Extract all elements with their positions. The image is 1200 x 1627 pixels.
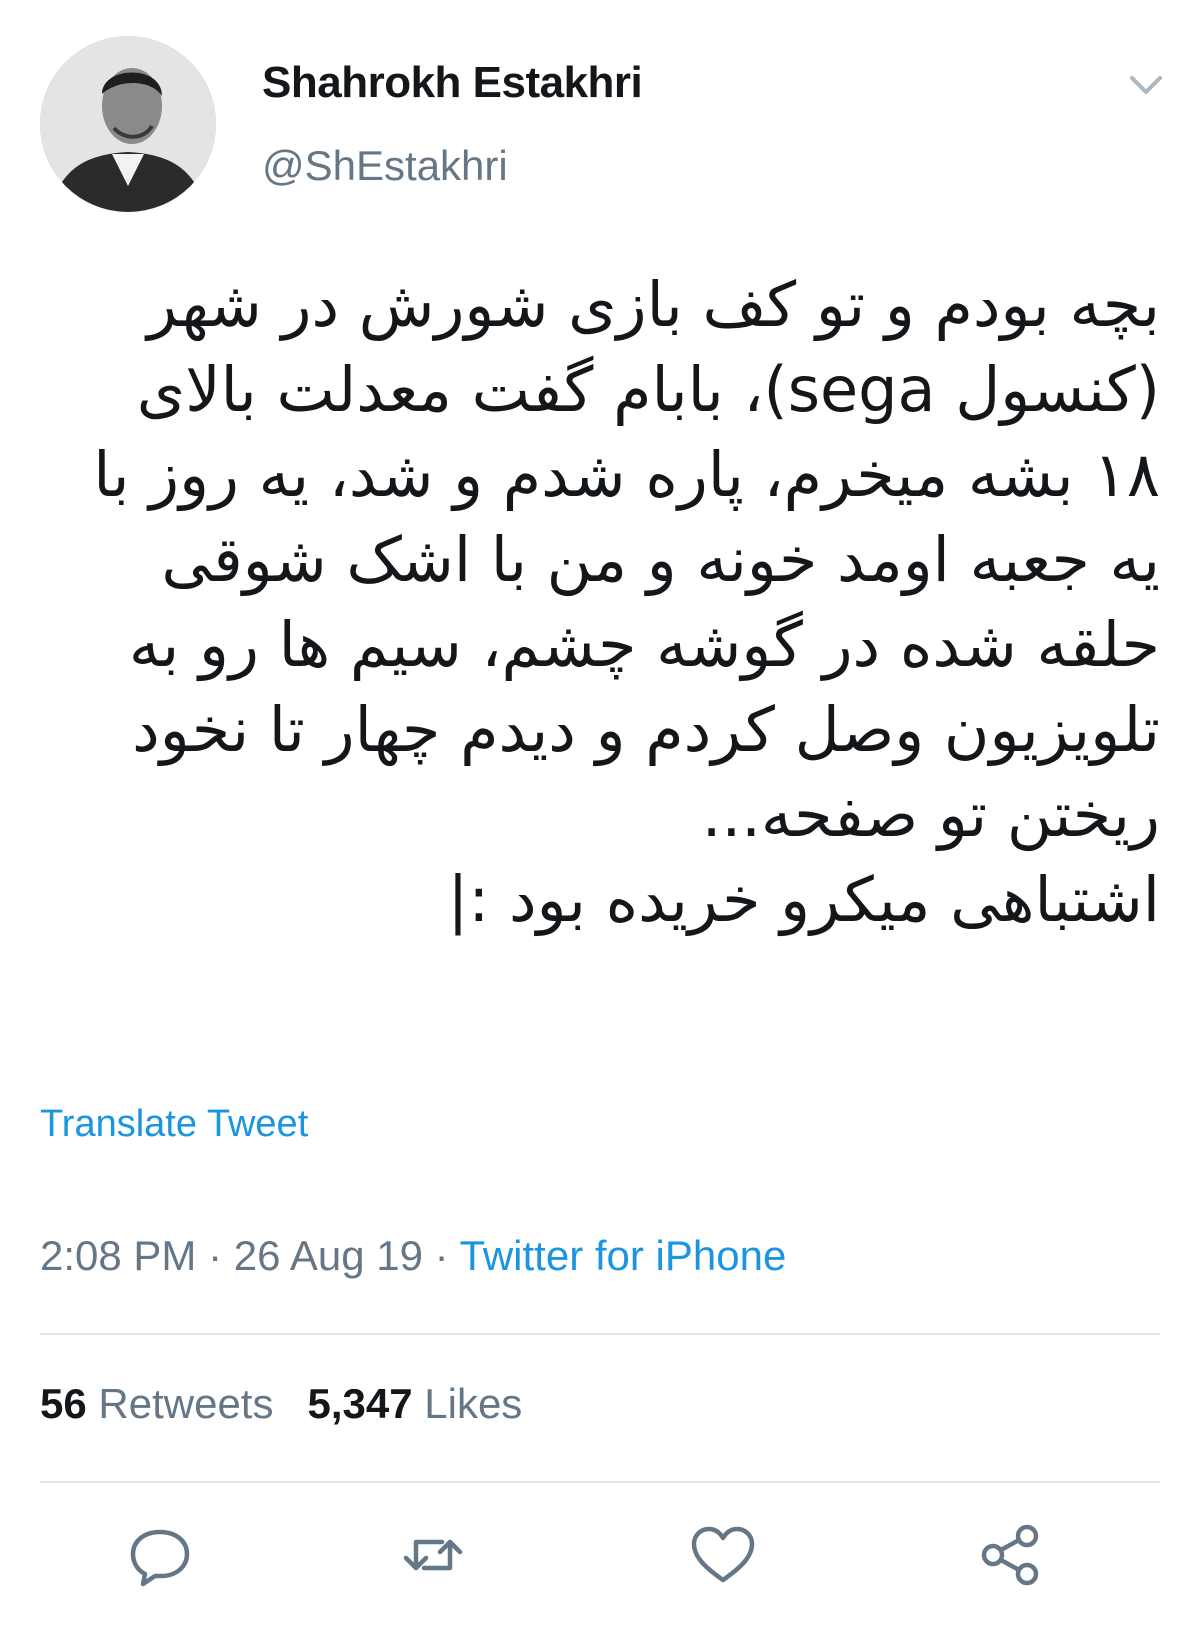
tweet-line: ۱۸ بشه میخرم، پاره شدم و شد، یه روز با bbox=[93, 438, 1160, 511]
user-handle[interactable]: @ShEstakhri bbox=[262, 142, 508, 190]
tweet-line: اشتباهی میکرو خریده بود :| bbox=[447, 863, 1161, 936]
divider bbox=[40, 1481, 1160, 1483]
share-icon[interactable] bbox=[975, 1520, 1045, 1590]
tweet-text: بچه بودم و تو کف بازی شورش در شهر (کنسول… bbox=[70, 262, 1160, 942]
tweet-line: یه جعبه اومد خونه و من با اشک شوقی bbox=[161, 523, 1160, 596]
tweet-date: 26 Aug 19 bbox=[233, 1232, 423, 1279]
likes-count: 5,347 bbox=[307, 1380, 413, 1427]
tweet-line: تلویزیون وصل کردم و دیدم چهار تا نخود bbox=[132, 693, 1160, 766]
display-name[interactable]: Shahrokh Estakhri bbox=[262, 58, 643, 108]
meta-separator: · bbox=[422, 1232, 460, 1279]
likes-stat[interactable]: 5,347 Likes bbox=[307, 1380, 522, 1427]
retweets-stat[interactable]: 56 Retweets bbox=[40, 1380, 273, 1427]
reply-icon[interactable] bbox=[125, 1520, 195, 1590]
like-icon[interactable] bbox=[688, 1520, 758, 1590]
tweet-time: 2:08 PM bbox=[40, 1232, 197, 1279]
tweet-stats: 56 Retweets 5,347 Likes bbox=[40, 1380, 556, 1428]
translate-tweet-link[interactable]: Translate Tweet bbox=[40, 1103, 308, 1146]
likes-label: Likes bbox=[424, 1380, 523, 1427]
tweet-line: ریختن تو صفحه... bbox=[701, 778, 1160, 851]
tweet-line: (کنسول sega)، بابام گفت معدلت بالای bbox=[136, 353, 1160, 426]
tweet-line: بچه بودم و تو کف بازی شورش در شهر bbox=[147, 268, 1160, 341]
tweet-line: حلقه شده در گوشه چشم، سیم ها رو به bbox=[128, 608, 1160, 681]
meta-separator: · bbox=[196, 1232, 234, 1279]
avatar[interactable] bbox=[40, 36, 216, 212]
divider bbox=[40, 1333, 1160, 1335]
tweet-meta: 2:08 PM · 26 Aug 19 · Twitter for iPhone bbox=[40, 1232, 786, 1280]
retweet-icon[interactable] bbox=[398, 1520, 468, 1590]
retweets-label: Retweets bbox=[98, 1380, 274, 1427]
chevron-down-icon[interactable] bbox=[1124, 64, 1168, 108]
retweets-count: 56 bbox=[40, 1380, 87, 1427]
tweet-source-link[interactable]: Twitter for iPhone bbox=[460, 1232, 787, 1279]
